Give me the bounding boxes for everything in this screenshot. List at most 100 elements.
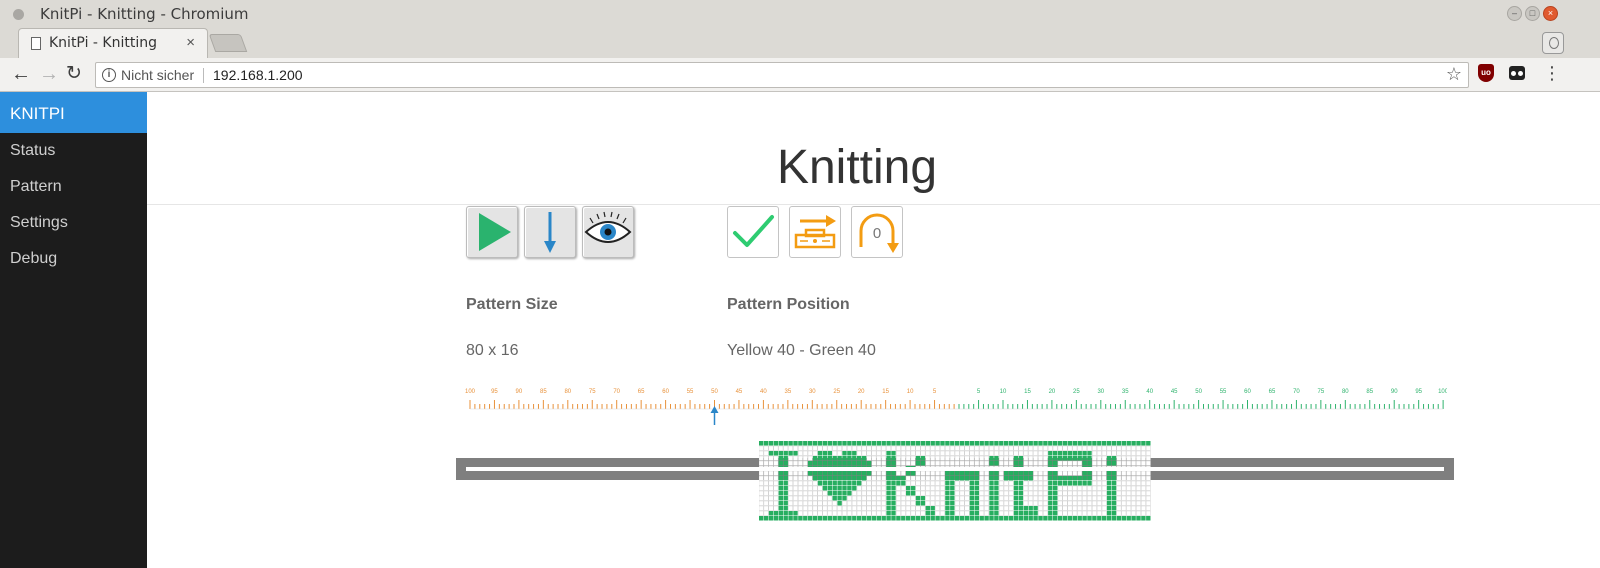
- window-menu-icon[interactable]: [13, 9, 24, 20]
- stitch-cell: [1131, 516, 1136, 521]
- stitch-cell: [1136, 445, 1141, 451]
- stitch-cell: [906, 471, 911, 476]
- ruler-label-right: 70: [1293, 389, 1300, 395]
- extension-glasses-icon[interactable]: [1509, 66, 1525, 80]
- browser-tab[interactable]: KnitPi - Knitting ×: [18, 28, 208, 58]
- stitch-cell: [1136, 495, 1141, 501]
- bookmark-star-icon[interactable]: ☆: [1446, 64, 1462, 85]
- stitch-cell: [905, 510, 911, 516]
- stitch-cell: [1092, 450, 1097, 456]
- stitch-cell: [993, 445, 999, 451]
- close-window-icon[interactable]: ×: [1543, 6, 1558, 21]
- stitch-cell: [910, 491, 916, 496]
- stitch-cell: [1048, 456, 1053, 461]
- stitch-cell: [1141, 450, 1146, 456]
- stitch-cell: [989, 486, 994, 491]
- stitch-cell: [822, 481, 828, 486]
- stitch-cell: [1126, 455, 1132, 461]
- stitch-cell: [1131, 455, 1136, 461]
- stitch-cell: [856, 495, 862, 501]
- stitch-cell: [900, 455, 906, 461]
- stitch-cell: [759, 445, 764, 451]
- url-text[interactable]: 192.168.1.200: [213, 67, 303, 83]
- profile-icon[interactable]: [1542, 32, 1564, 54]
- stitch-cell: [837, 441, 842, 446]
- stitch-cell: [1141, 445, 1146, 451]
- stitch-cell: [793, 500, 798, 506]
- sidebar-item-settings[interactable]: Settings: [0, 205, 147, 241]
- stitch-cell: [1033, 455, 1038, 461]
- new-tab-button[interactable]: [208, 34, 248, 52]
- reload-icon[interactable]: ↻: [66, 64, 82, 84]
- address-bar[interactable]: i Nicht sicher 192.168.1.200 ☆: [95, 62, 1469, 88]
- stitch-cell: [876, 516, 881, 521]
- info-icon[interactable]: i: [102, 68, 116, 82]
- stitch-cell: [1033, 490, 1038, 496]
- stitch-cell: [1106, 476, 1112, 481]
- stitch-cell: [1136, 441, 1141, 446]
- stitch-cell: [807, 495, 813, 501]
- sidebar-item-pattern[interactable]: Pattern: [0, 169, 147, 205]
- browser-menu-icon[interactable]: ⋮: [1543, 63, 1561, 83]
- stitch-cell: [773, 451, 779, 456]
- tab-title: KnitPi - Knitting: [49, 35, 157, 51]
- stitch-cell: [959, 516, 965, 521]
- stitch-cell: [1077, 476, 1082, 481]
- stitch-cell: [891, 451, 896, 456]
- stitch-cell: [1121, 470, 1127, 476]
- stitch-cell: [876, 510, 882, 516]
- carriage-direction-button[interactable]: [789, 206, 841, 258]
- stitch-cell: [881, 460, 887, 466]
- stitch-cell: [812, 516, 818, 521]
- stitch-cell: [1121, 500, 1127, 506]
- stitch-cell: [1018, 496, 1024, 501]
- minimize-icon[interactable]: –: [1507, 6, 1522, 21]
- stitch-cell: [959, 485, 965, 491]
- start-knitting-button[interactable]: [466, 206, 518, 258]
- stitch-cell: [1126, 500, 1132, 506]
- ublock-extension-icon[interactable]: uo: [1478, 64, 1494, 82]
- stitch-cell: [915, 475, 921, 481]
- stitch-cell: [1023, 460, 1029, 466]
- stitch-cell: [900, 490, 906, 496]
- stitch-cell: [891, 445, 896, 451]
- stitch-cell: [1072, 490, 1078, 496]
- stitch-cell: [994, 516, 999, 521]
- maximize-icon[interactable]: □: [1525, 6, 1540, 21]
- preview-button[interactable]: [582, 206, 634, 258]
- back-icon[interactable]: ←: [11, 64, 31, 84]
- tab-close-icon[interactable]: ×: [186, 34, 195, 51]
- stitch-cell: [1067, 505, 1073, 511]
- security-label[interactable]: Nicht sicher: [121, 67, 194, 83]
- stitch-cell: [807, 480, 813, 486]
- forward-icon[interactable]: →: [39, 64, 59, 84]
- stitch-cell: [1008, 500, 1014, 506]
- stitch-cell: [901, 441, 906, 446]
- stitch-cell: [1146, 441, 1151, 446]
- sidebar-item-status[interactable]: Status: [0, 133, 147, 169]
- stitch-cell: [1111, 506, 1117, 511]
- stitch-cell: [773, 480, 779, 486]
- stitch-cell: [1028, 500, 1034, 506]
- ruler-label-right: 55: [1220, 389, 1227, 395]
- stitch-cell: [984, 485, 989, 491]
- stitch-cell: [851, 505, 857, 511]
- row-counter-button[interactable]: 0: [851, 206, 903, 258]
- stitch-cell: [842, 486, 847, 491]
- download-pattern-button[interactable]: [524, 206, 576, 258]
- stitch-cell: [1082, 445, 1087, 451]
- stitch-cell: [920, 480, 926, 486]
- stitch-cell: [1072, 451, 1077, 456]
- stitch-cell: [827, 471, 832, 476]
- stitch-cell: [827, 516, 832, 521]
- brand-logo[interactable]: KNITPI: [0, 92, 147, 133]
- stitch-cell: [900, 470, 906, 476]
- stitch-cell: [1092, 460, 1097, 466]
- ruler-label-right: 40: [1146, 389, 1153, 395]
- stitch-cell: [763, 505, 769, 511]
- confirm-button[interactable]: [727, 206, 779, 258]
- stitch-cell: [802, 445, 808, 451]
- sidebar-item-debug[interactable]: Debug: [0, 241, 147, 277]
- stitch-cell: [1013, 445, 1019, 451]
- stitch-cell: [812, 480, 818, 486]
